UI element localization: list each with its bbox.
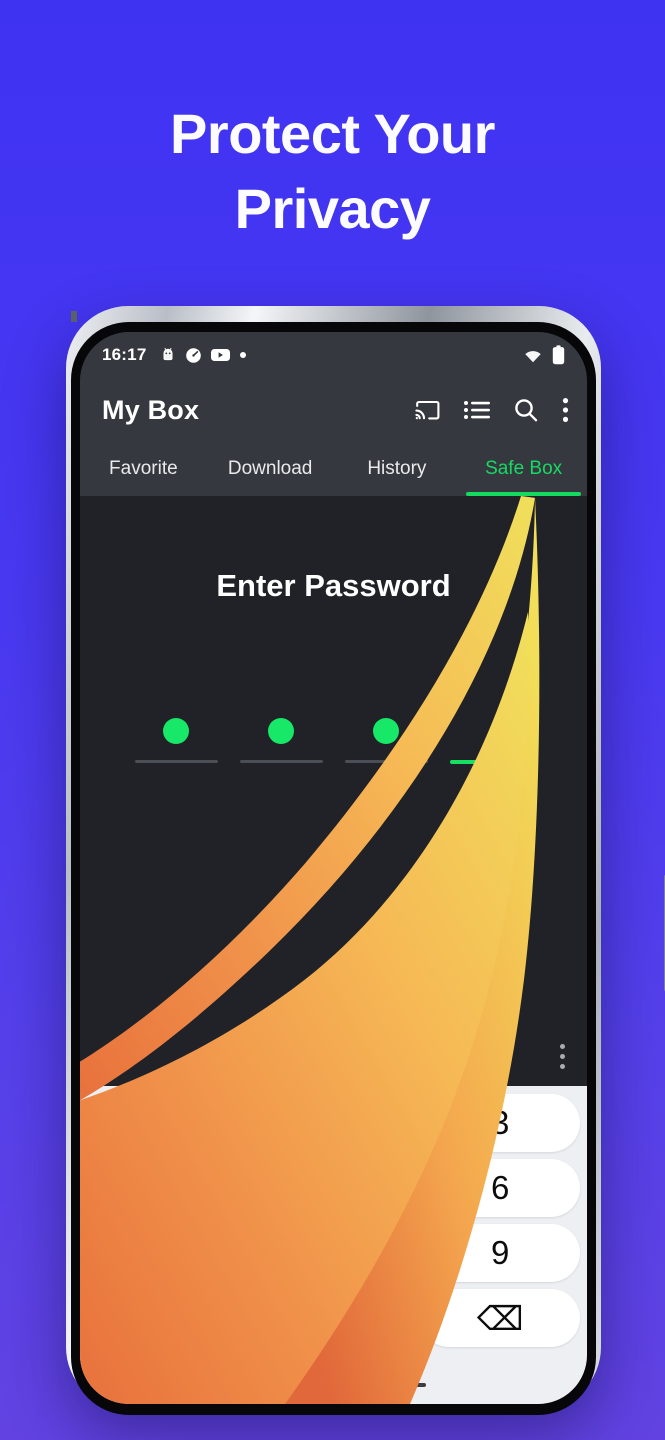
youtube-icon xyxy=(211,348,231,362)
app-bar: My Box xyxy=(80,378,587,442)
promo-headline: Protect Your Privacy xyxy=(0,96,665,246)
phone-bezel: 16:17 My Box Favorite Download History S… xyxy=(71,322,596,1415)
pin-slot-3[interactable] xyxy=(344,714,428,764)
pin-underline xyxy=(134,760,218,763)
key-5[interactable]: 5 xyxy=(253,1159,414,1217)
overflow-menu-icon[interactable] xyxy=(560,1044,565,1069)
phone-mockup: 16:17 My Box Favorite Download History S… xyxy=(66,306,665,1415)
pin-dot-filled xyxy=(163,718,189,744)
tab-favorite[interactable]: Favorite xyxy=(80,442,207,496)
pin-dot-filled xyxy=(373,718,399,744)
status-bar: 16:17 xyxy=(80,332,587,378)
pin-slot-2[interactable] xyxy=(239,714,323,764)
key-0[interactable]: 0 xyxy=(253,1289,414,1347)
key-backspace[interactable]: ⌫ xyxy=(420,1289,581,1347)
speedometer-icon xyxy=(185,347,202,364)
list-icon[interactable] xyxy=(464,400,490,420)
status-bar-time: 16:17 xyxy=(102,345,147,364)
tab-label: Download xyxy=(227,458,313,479)
key-2[interactable]: 2 xyxy=(253,1094,414,1152)
pin-input[interactable] xyxy=(80,714,587,764)
dot-icon xyxy=(239,351,247,359)
keypad-row: 7 8 9 xyxy=(87,1224,581,1282)
tab-label: History xyxy=(367,458,427,479)
pin-slot-1[interactable] xyxy=(134,714,218,764)
keypad-bottom-bar xyxy=(80,1342,587,1404)
tab-download[interactable]: Download xyxy=(207,442,334,496)
key-comma[interactable]: , xyxy=(87,1289,247,1347)
key-1[interactable]: 1 xyxy=(87,1094,247,1152)
tab-label: Safe Box xyxy=(485,458,563,479)
wifi-icon xyxy=(523,347,543,363)
promo-headline-line2: Privacy xyxy=(234,177,431,241)
key-3[interactable]: 3 xyxy=(420,1094,581,1152)
key-9[interactable]: 9 xyxy=(420,1224,581,1282)
status-bar-system-icons xyxy=(523,345,565,365)
phone-side-port xyxy=(71,311,77,322)
tab-history[interactable]: History xyxy=(334,442,461,496)
numeric-keypad: 1 2 3 4 5 6 7 8 9 , 0 ⌫ xyxy=(80,1086,587,1404)
pin-underline xyxy=(239,760,323,763)
overflow-menu-icon[interactable] xyxy=(562,397,569,423)
app-bar-actions xyxy=(414,397,569,423)
tab-safe-box[interactable]: Safe Box xyxy=(460,442,587,496)
enter-password-label: Enter Password xyxy=(216,568,451,603)
key-4[interactable]: 4 xyxy=(87,1159,247,1217)
keypad-row: 4 5 6 xyxy=(87,1159,581,1217)
chevron-down-icon[interactable] xyxy=(116,1356,142,1372)
phone-screen: 16:17 My Box Favorite Download History S… xyxy=(80,332,587,1404)
cast-icon[interactable] xyxy=(414,398,441,423)
tab-bar: Favorite Download History Safe Box xyxy=(80,442,587,496)
keypad-row: 1 2 3 xyxy=(87,1094,581,1152)
pin-slot-4[interactable] xyxy=(449,714,533,764)
safe-box-panel: Enter Password 1 2 3 4 5 6 7 8 9 , 0 ⌫ xyxy=(80,496,587,1404)
battery-icon xyxy=(552,345,565,365)
page-title: My Box xyxy=(102,394,200,425)
search-icon[interactable] xyxy=(513,397,539,423)
home-indicator[interactable] xyxy=(241,1383,426,1387)
keypad-row: , 0 ⌫ xyxy=(87,1289,581,1347)
key-6[interactable]: 6 xyxy=(420,1159,581,1217)
promo-headline-line1: Protect Your xyxy=(170,102,495,165)
pin-underline xyxy=(344,760,428,763)
android-app-icon xyxy=(160,347,176,363)
key-8[interactable]: 8 xyxy=(253,1224,414,1282)
pin-underline-active xyxy=(449,760,533,764)
pin-dot-filled xyxy=(268,718,294,744)
status-bar-notification-icons xyxy=(160,347,247,364)
key-7[interactable]: 7 xyxy=(87,1224,247,1282)
tab-label: Favorite xyxy=(109,458,178,479)
